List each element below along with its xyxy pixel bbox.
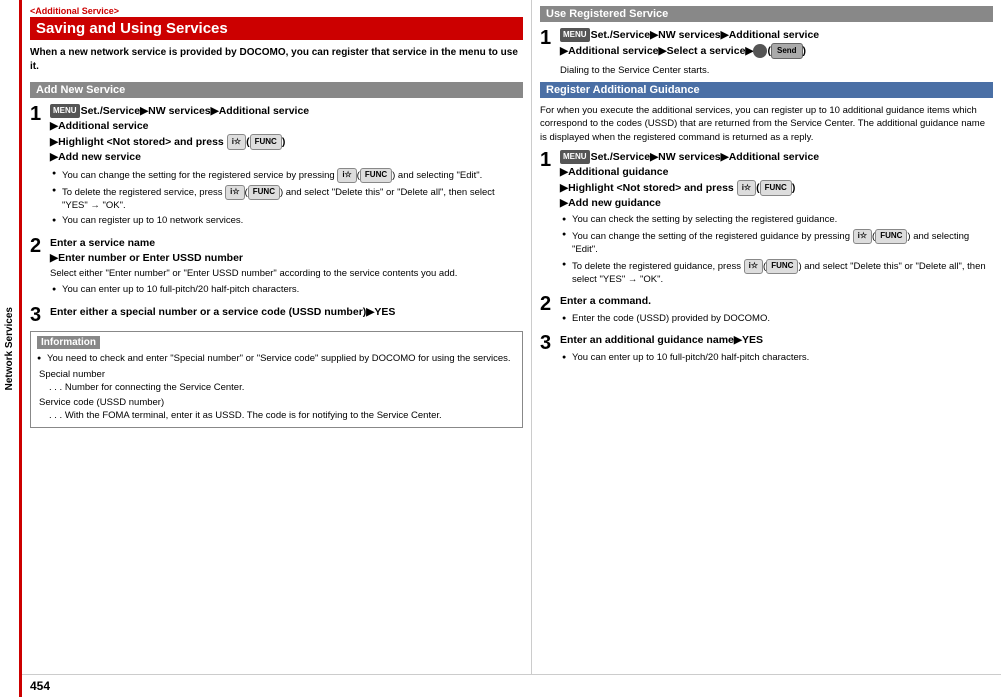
dialing-note: Dialing to the Service Center starts. (560, 65, 993, 76)
step-3-number: 3 (30, 305, 50, 325)
rg-step-3-line1: Enter an additional guidance name▶YES (560, 334, 763, 346)
intro-strong: When a new network service is provided b… (30, 47, 518, 72)
rg-step-1-line2: ▶Additional guidance (560, 166, 668, 178)
step-2-line1: Enter a service name (50, 237, 155, 249)
sidebar: Network Services (0, 0, 22, 697)
rg-step-3-number: 3 (540, 333, 560, 353)
send-btn-1: Send (771, 43, 803, 59)
func-icon-1: i☆ (227, 134, 246, 150)
func-icon-b2: i☆ (225, 185, 244, 200)
rg-step-3: 3 Enter an additional guidance name▶YES … (540, 333, 993, 366)
info-box: Information You need to check and enter … (30, 331, 523, 428)
info-bullet-1: You need to check and enter "Special num… (37, 353, 516, 366)
step-3-line1: Enter either a special number or a servi… (50, 306, 395, 318)
info-service-code-desc: . . . With the FOMA terminal, enter it a… (49, 409, 516, 422)
func-label-rg1: FUNC (760, 180, 792, 196)
menu-icon-right-1: MENU (560, 28, 590, 42)
rg-step-1-bullet-3: To delete the registered guidance, press… (562, 259, 993, 287)
info-box-header: Information (37, 336, 100, 349)
step-1-line2: ▶Additional service (50, 120, 149, 132)
step-1-line4: ▶Add new service (50, 151, 141, 163)
step-3: 3 Enter either a special number or a ser… (30, 305, 523, 325)
rg-step-1-bullets: You can check the setting by selecting t… (562, 214, 993, 286)
info-service-code: Service code (USSD number) (39, 396, 516, 409)
func-icon-b1: i☆ (337, 168, 356, 183)
step-1-bullet-3: You can register up to 10 network servic… (52, 215, 523, 228)
sidebar-label: Network Services (4, 307, 15, 390)
step-1-number: 1 (30, 104, 50, 124)
use-reg-step-1: 1 MENUSet./Service▶NW services▶Additiona… (540, 28, 993, 59)
step-1-line3: ▶Highlight <Not stored> and press i☆(FUN… (50, 136, 285, 148)
rg-step-1-bullet-1: You can check the setting by selecting t… (562, 214, 993, 227)
step-1-bullets: You can change the setting for the regis… (52, 168, 523, 227)
step-2-number: 2 (30, 236, 50, 256)
step-1-bullet-1: You can change the setting for the regis… (52, 168, 523, 183)
step-3-content: Enter either a special number or a servi… (50, 305, 523, 320)
section-title: Saving and Using Services (30, 17, 523, 40)
main-content: <Additional Service> Saving and Using Se… (22, 0, 1001, 697)
rg-step-2-bullet-1: Enter the code (USSD) provided by DOCOMO… (562, 313, 993, 326)
func-label-b1: FUNC (360, 168, 392, 183)
register-guidance-intro: For when you execute the additional serv… (540, 104, 993, 144)
func-icon-rg-b3: i☆ (744, 259, 763, 274)
rg-step-2-bullets: Enter the code (USSD) provided by DOCOMO… (562, 313, 993, 326)
info-box-content: You need to check and enter "Special num… (37, 353, 516, 423)
info-special: Special number (39, 368, 516, 381)
func-label-b2: FUNC (248, 185, 280, 200)
use-reg-line2: ▶Additional service▶Select a service▶(Se… (560, 45, 806, 57)
breadcrumb: <Additional Service> (30, 6, 523, 16)
step-1-line1: Set./Service▶NW services▶Additional serv… (81, 105, 310, 117)
func-label-1: FUNC (250, 134, 282, 150)
step-1-bullet-2: To delete the registered service, press … (52, 185, 523, 213)
step-2-bullets: You can enter up to 10 full-pitch/20 hal… (52, 284, 523, 297)
func-label-rg-b2: FUNC (875, 229, 907, 244)
rg-step-1-line3: ▶Highlight <Not stored> and press i☆(FUN… (560, 182, 795, 194)
step-2: 2 Enter a service name ▶Enter number or … (30, 236, 523, 299)
func-icon-rg-b2: i☆ (853, 229, 872, 244)
left-column: <Additional Service> Saving and Using Se… (22, 0, 532, 674)
use-reg-step-1-content: MENUSet./Service▶NW services▶Additional … (560, 28, 993, 59)
rg-step-3-bullet-1: You can enter up to 10 full-pitch/20 hal… (562, 352, 993, 365)
rg-step-2: 2 Enter a command. Enter the code (USSD)… (540, 294, 993, 327)
use-reg-line1: Set./Service▶NW services▶Additional serv… (591, 29, 820, 41)
register-guidance-header: Register Additional Guidance (540, 82, 993, 98)
menu-icon-rg-1: MENU (560, 150, 590, 164)
step-2-content: Enter a service name ▶Enter number or En… (50, 236, 523, 299)
rg-step-3-bullets: You can enter up to 10 full-pitch/20 hal… (562, 352, 993, 365)
rg-step-3-content: Enter an additional guidance name▶YES Yo… (560, 333, 993, 366)
rg-step-1-line4: ▶Add new guidance (560, 197, 661, 209)
rg-step-1-content: MENUSet./Service▶NW services▶Additional … (560, 150, 993, 288)
rg-step-1-number: 1 (540, 150, 560, 170)
use-reg-step-1-number: 1 (540, 28, 560, 48)
use-registered-header: Use Registered Service (540, 6, 993, 22)
step-2-line2: ▶Enter number or Enter USSD number (50, 252, 243, 264)
rg-step-2-line1: Enter a command. (560, 295, 651, 307)
step-1-content: MENUSet./Service▶NW services▶Additional … (50, 104, 523, 230)
func-icon-rg1: i☆ (737, 180, 756, 196)
func-label-rg-b3: FUNC (766, 259, 798, 274)
step-2-bullet-1: You can enter up to 10 full-pitch/20 hal… (52, 284, 523, 297)
rg-step-1: 1 MENUSet./Service▶NW services▶Additiona… (540, 150, 993, 288)
step-1: 1 MENUSet./Service▶NW services▶Additiona… (30, 104, 523, 230)
step-2-desc: Select either "Enter number" or "Enter U… (50, 268, 523, 281)
menu-icon-1: MENU (50, 104, 80, 118)
right-column: Use Registered Service 1 MENUSet./Servic… (532, 0, 1001, 674)
page-number: 454 (22, 674, 1001, 697)
info-special-desc: . . . Number for connecting the Service … (49, 381, 516, 394)
add-new-service-header: Add New Service (30, 82, 523, 98)
rg-step-2-number: 2 (540, 294, 560, 314)
circle-btn-1 (753, 44, 767, 58)
intro-text: When a new network service is provided b… (30, 46, 523, 74)
rg-step-1-bullet-2: You can change the setting of the regist… (562, 229, 993, 257)
rg-step-2-content: Enter a command. Enter the code (USSD) p… (560, 294, 993, 327)
rg-step-1-line1: Set./Service▶NW services▶Additional serv… (591, 151, 820, 163)
two-col-layout: <Additional Service> Saving and Using Se… (22, 0, 1001, 674)
